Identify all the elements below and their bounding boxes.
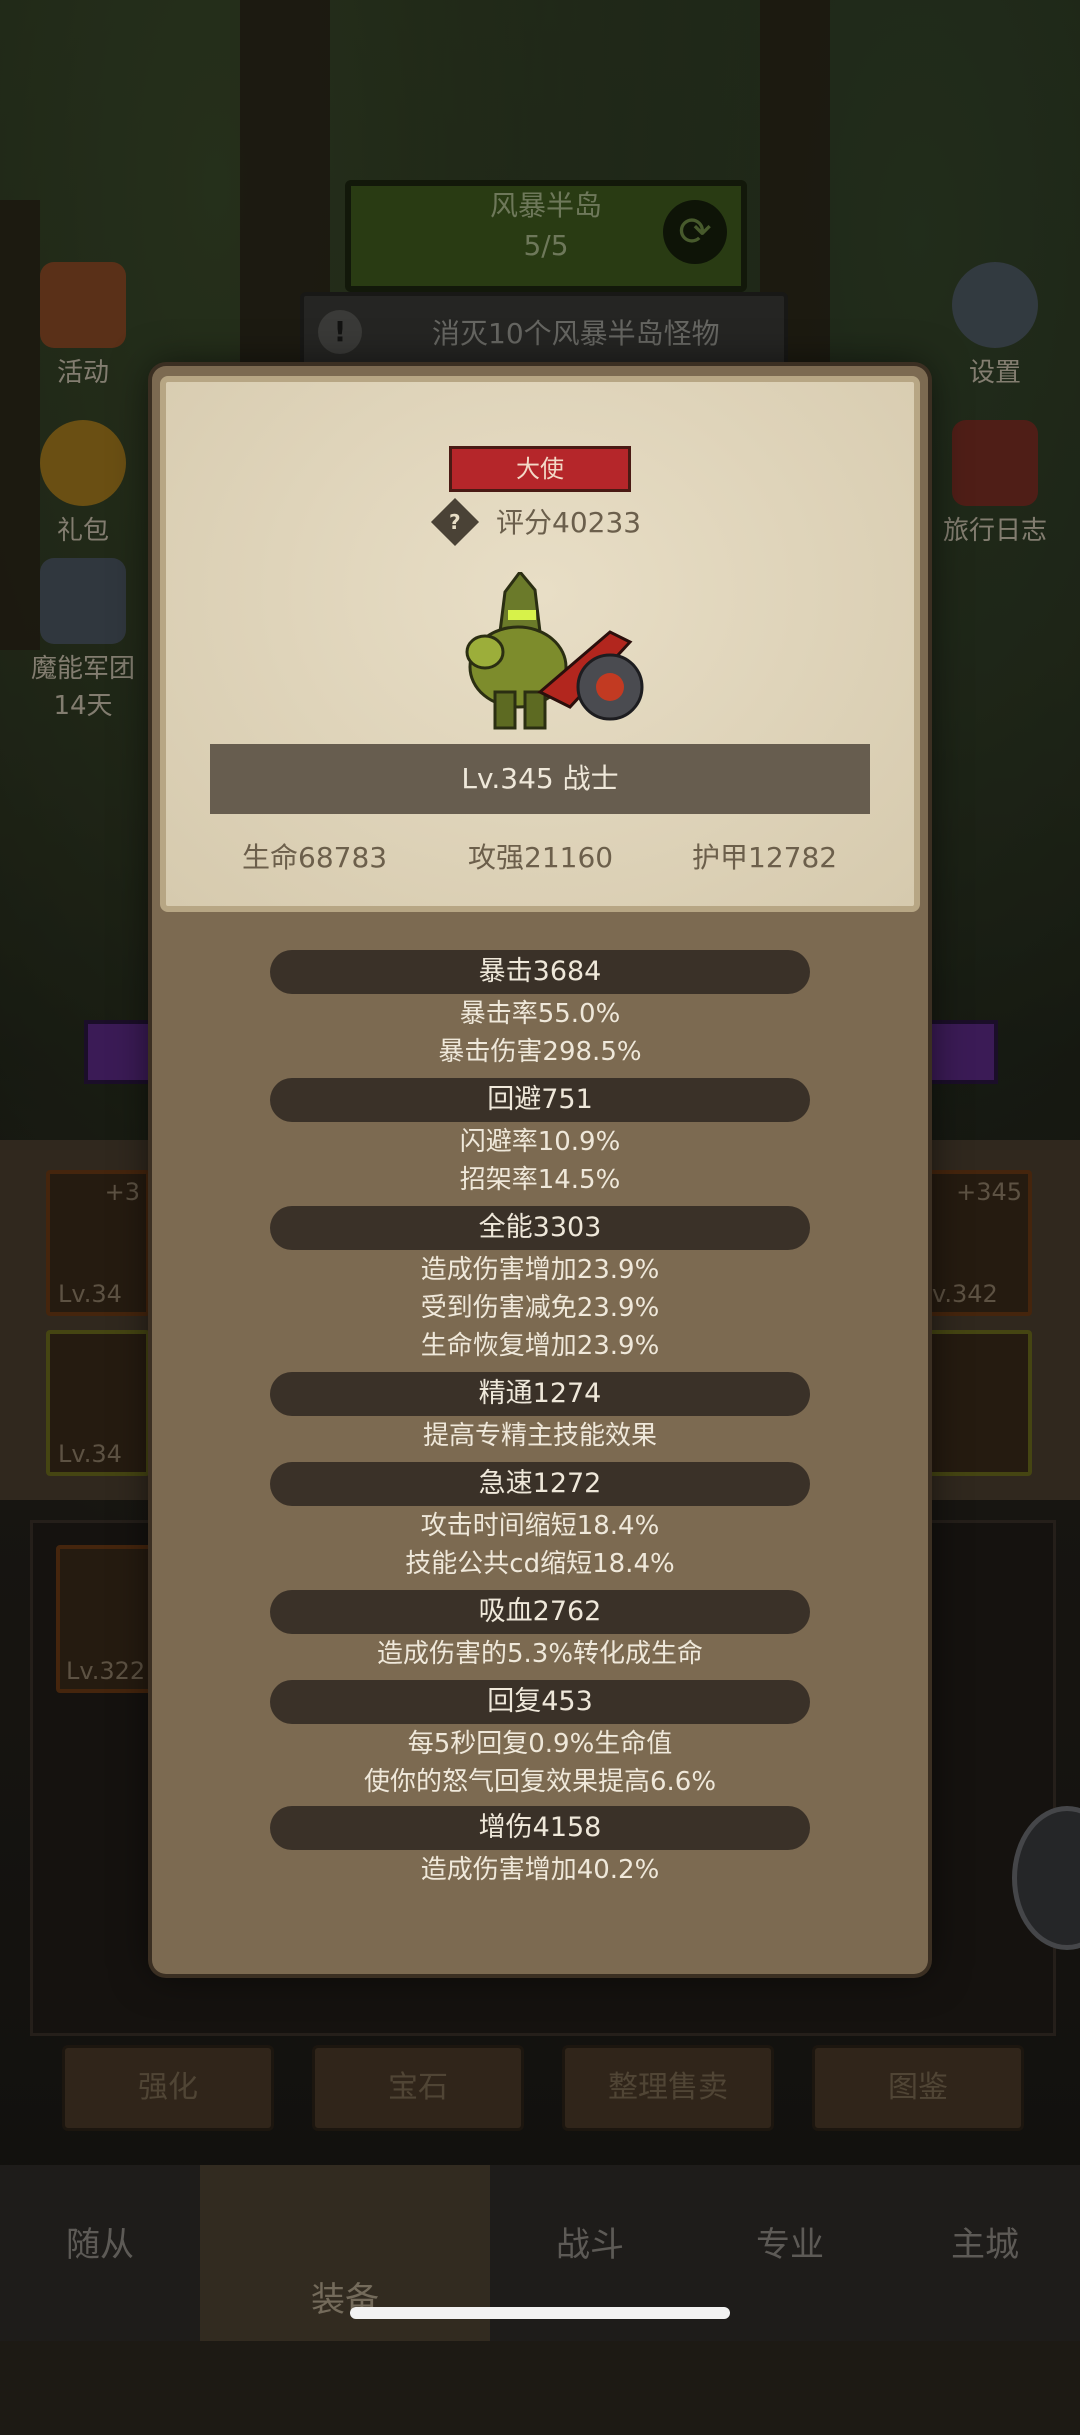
stat-line: 造成伤害增加23.9% — [420, 1255, 660, 1285]
stat-line: 攻击时间缩短18.4% — [420, 1511, 660, 1541]
rank-badge: 大使 — [449, 446, 631, 492]
stat-line: 技能公共cd缩短18.4% — [405, 1549, 675, 1579]
stat-header-versatility: 全能3303 — [270, 1206, 810, 1250]
stat-line: 每5秒回复0.9%生命值 — [407, 1729, 673, 1759]
stat-line: 使你的怒气回复效果提高6.6% — [363, 1767, 717, 1797]
stat-header-regen: 回复453 — [270, 1680, 810, 1724]
stat-header-crit: 暴击3684 — [270, 950, 810, 994]
stat-header-mastery: 精通1274 — [270, 1372, 810, 1416]
stat-line: 生命恢复增加23.9% — [420, 1331, 660, 1361]
stat-header-avoidance: 回避751 — [270, 1078, 810, 1122]
stat-line: 暴击伤害298.5% — [438, 1037, 642, 1067]
stat-line: 提高专精主技能效果 — [422, 1421, 657, 1451]
character-level-banner: Lv.345 战士 — [210, 744, 870, 814]
stat-line: 造成伤害增加40.2% — [420, 1855, 660, 1885]
armor-stat: 护甲12782 — [692, 841, 838, 874]
stat-header-lifesteal: 吸血2762 — [270, 1590, 810, 1634]
attack-stat: 攻强21160 — [468, 841, 614, 874]
home-indicator[interactable] — [350, 2307, 730, 2319]
hp-stat: 生命68783 — [242, 841, 388, 874]
stat-header-damage-bonus: 增伤4158 — [270, 1806, 810, 1850]
stat-line: 招架率14.5% — [459, 1165, 621, 1195]
score-label: 评分40233 — [496, 506, 642, 539]
stat-line: 受到伤害减免23.9% — [420, 1293, 660, 1323]
stat-header-haste: 急速1272 — [270, 1462, 810, 1506]
stat-line: 造成伤害的5.3%转化成生命 — [376, 1639, 704, 1669]
warrior-sprite — [465, 572, 644, 742]
stat-line: 闪避率10.9% — [459, 1127, 621, 1157]
stat-line: 暴击率55.0% — [459, 999, 621, 1029]
